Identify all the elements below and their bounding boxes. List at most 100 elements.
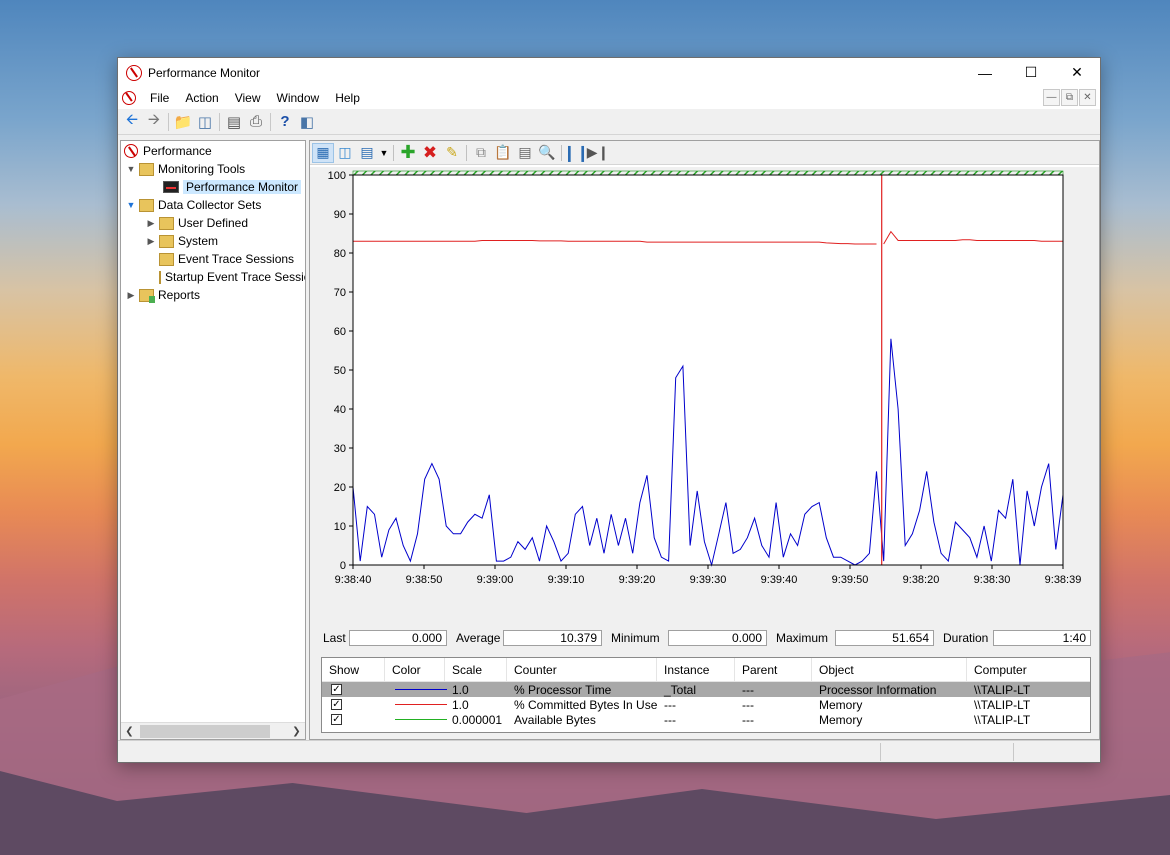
collapsed-chevron-icon[interactable]: ▶ xyxy=(125,289,137,301)
menu-bar: File Action View Window Help — ⧉ ✕ xyxy=(118,87,1100,109)
col-scale[interactable]: Scale xyxy=(445,658,507,682)
y-tick-label: 50 xyxy=(334,365,346,377)
col-instance[interactable]: Instance xyxy=(657,658,735,682)
computer-cell: \\TALIP-LT xyxy=(974,712,1031,727)
title-bar[interactable]: Performance Monitor — ☐ ✕ xyxy=(118,58,1100,87)
duration-value: 1:40 xyxy=(993,630,1091,646)
x-tick-label: 9:39:20 xyxy=(619,574,656,586)
show-hide-tree-icon[interactable]: ◫ xyxy=(194,111,216,133)
menu-file[interactable]: File xyxy=(142,87,177,109)
expanded-chevron-icon[interactable]: ▼ xyxy=(125,199,137,211)
legend-row[interactable]: ✓ 1.0 % Processor Time _Total --- Proces… xyxy=(322,682,1090,697)
menu-help[interactable]: Help xyxy=(327,87,368,109)
up-folder-icon[interactable]: 📁 xyxy=(172,111,194,133)
scrollbar-thumb[interactable] xyxy=(140,724,270,738)
show-checkbox[interactable]: ✓ xyxy=(331,684,342,695)
graph-area: 0 10 20 30 40 50 60 70 80 90 100 9:38:40 9:38:50 9:39… xyxy=(310,167,1099,739)
parent-cell: --- xyxy=(742,697,754,712)
x-tick-label: 9:39:00 xyxy=(477,574,514,586)
tree-label: Data Collector Sets xyxy=(158,198,262,212)
view-log-data-icon[interactable]: ◫ xyxy=(334,143,356,163)
help-icon[interactable]: ? xyxy=(274,111,296,133)
window-title: Performance Monitor xyxy=(148,65,261,80)
child-restore-button[interactable]: ⧉ xyxy=(1061,89,1078,106)
col-computer[interactable]: Computer xyxy=(967,658,1090,682)
view-current-activity-icon[interactable]: ▦ xyxy=(312,142,334,163)
tree-node-startup-event-trace[interactable]: Startup Event Trace Sessions xyxy=(121,268,305,286)
legend-header-row: Show Color Scale Counter Instance Parent… xyxy=(322,658,1090,682)
tree-node-system[interactable]: ▶ System xyxy=(121,232,305,250)
update-data-icon[interactable]: ▶❙ xyxy=(587,143,610,163)
col-show[interactable]: Show xyxy=(322,658,385,682)
perfmon-app-icon xyxy=(126,64,142,81)
properties-icon[interactable]: ▤ xyxy=(514,143,536,163)
expanded-chevron-icon[interactable]: ▼ xyxy=(125,163,137,175)
plot-background xyxy=(353,175,1063,565)
tree-node-data-collector-sets[interactable]: ▼ Data Collector Sets xyxy=(121,196,305,214)
parent-cell: --- xyxy=(742,682,754,697)
col-color[interactable]: Color xyxy=(385,658,445,682)
scale-cell: 1.0 xyxy=(452,697,469,712)
add-counter-icon[interactable]: ✚ xyxy=(397,142,419,163)
col-counter[interactable]: Counter xyxy=(507,658,657,682)
folder-icon xyxy=(139,198,154,212)
highlight-pencil-icon[interactable]: ✎ xyxy=(441,143,463,163)
object-cell: Memory xyxy=(819,697,863,712)
tree-node-monitoring-tools[interactable]: ▼ Monitoring Tools xyxy=(121,160,305,178)
freeze-display-icon[interactable]: ❙❙ xyxy=(563,143,590,163)
tree-node-user-defined[interactable]: ▶ User Defined xyxy=(121,214,305,232)
duration-label: Duration xyxy=(943,631,989,645)
reports-folder-icon xyxy=(139,288,155,303)
minimize-button[interactable]: — xyxy=(962,58,1008,87)
scroll-right-icon[interactable]: ❯ xyxy=(288,726,305,737)
y-tick-label: 60 xyxy=(334,326,346,338)
x-tick-label: 9:39:50 xyxy=(832,574,869,586)
tree-node-performance-monitor[interactable]: Performance Monitor xyxy=(121,178,305,196)
export-list-icon[interactable]: ▤ xyxy=(223,111,245,133)
performance-line-chart[interactable]: 0 10 20 30 40 50 60 70 80 90 100 9:38:40 9:38:50 9:39… xyxy=(310,167,1099,617)
system-menu-icon[interactable] xyxy=(122,91,136,105)
tree-node-reports[interactable]: ▶ Reports xyxy=(121,286,305,304)
copy-properties-icon[interactable]: ⧉ xyxy=(470,143,492,163)
toolbar-separator xyxy=(168,112,169,131)
legend-row[interactable]: ✓ 0.000001 Available Bytes --- --- Memor… xyxy=(322,712,1090,727)
back-arrow-icon[interactable]: 🡨 xyxy=(121,111,143,133)
tree-label: Startup Event Trace Sessions xyxy=(165,270,305,284)
menu-view[interactable]: View xyxy=(227,87,269,109)
print-icon[interactable]: ⎙ xyxy=(245,111,267,133)
close-button[interactable]: ✕ xyxy=(1054,58,1100,87)
col-parent[interactable]: Parent xyxy=(735,658,812,682)
status-segment xyxy=(1013,743,1014,761)
paste-counter-list-icon[interactable]: 📋 xyxy=(492,143,514,163)
collapsed-chevron-icon[interactable]: ▶ xyxy=(145,217,157,229)
graph-type-dropdown-icon[interactable]: ▼ xyxy=(378,143,390,163)
child-minimize-button[interactable]: — xyxy=(1043,89,1060,106)
collapsed-chevron-icon[interactable]: ▶ xyxy=(145,235,157,247)
child-close-button[interactable]: ✕ xyxy=(1079,89,1096,106)
maximum-label: Maximum xyxy=(776,631,829,645)
scale-cell: 0.000001 xyxy=(452,712,503,727)
tree-horizontal-scrollbar[interactable]: ❮ ❯ xyxy=(121,722,305,739)
show-action-pane-icon[interactable]: ◧ xyxy=(296,111,318,133)
tree-label: User Defined xyxy=(178,216,249,230)
scroll-left-icon[interactable]: ❮ xyxy=(121,726,138,737)
show-checkbox[interactable]: ✓ xyxy=(331,699,342,710)
folder-icon xyxy=(159,270,161,284)
x-tick-label: 9:38:50 xyxy=(406,574,443,586)
show-checkbox[interactable]: ✓ xyxy=(331,714,342,725)
tree-label: Monitoring Tools xyxy=(158,162,246,176)
toolbar-separator xyxy=(219,112,220,131)
y-tick-label: 80 xyxy=(334,248,346,260)
tree-node-event-trace-sessions[interactable]: Event Trace Sessions xyxy=(121,250,305,268)
forward-arrow-icon[interactable]: 🡪 xyxy=(143,111,165,133)
tree-node-performance[interactable]: Performance xyxy=(121,142,305,160)
change-graph-type-icon[interactable]: ▤ xyxy=(356,143,378,163)
counter-legend-table: Show Color Scale Counter Instance Parent… xyxy=(321,657,1091,733)
zoom-icon[interactable]: 🔍 xyxy=(536,143,558,163)
menu-window[interactable]: Window xyxy=(269,87,328,109)
maximize-button[interactable]: ☐ xyxy=(1008,58,1054,87)
menu-action[interactable]: Action xyxy=(177,87,226,109)
legend-row[interactable]: ✓ 1.0 % Committed Bytes In Use --- --- M… xyxy=(322,697,1090,712)
delete-counter-icon[interactable]: ✖ xyxy=(419,143,441,163)
col-object[interactable]: Object xyxy=(812,658,967,682)
